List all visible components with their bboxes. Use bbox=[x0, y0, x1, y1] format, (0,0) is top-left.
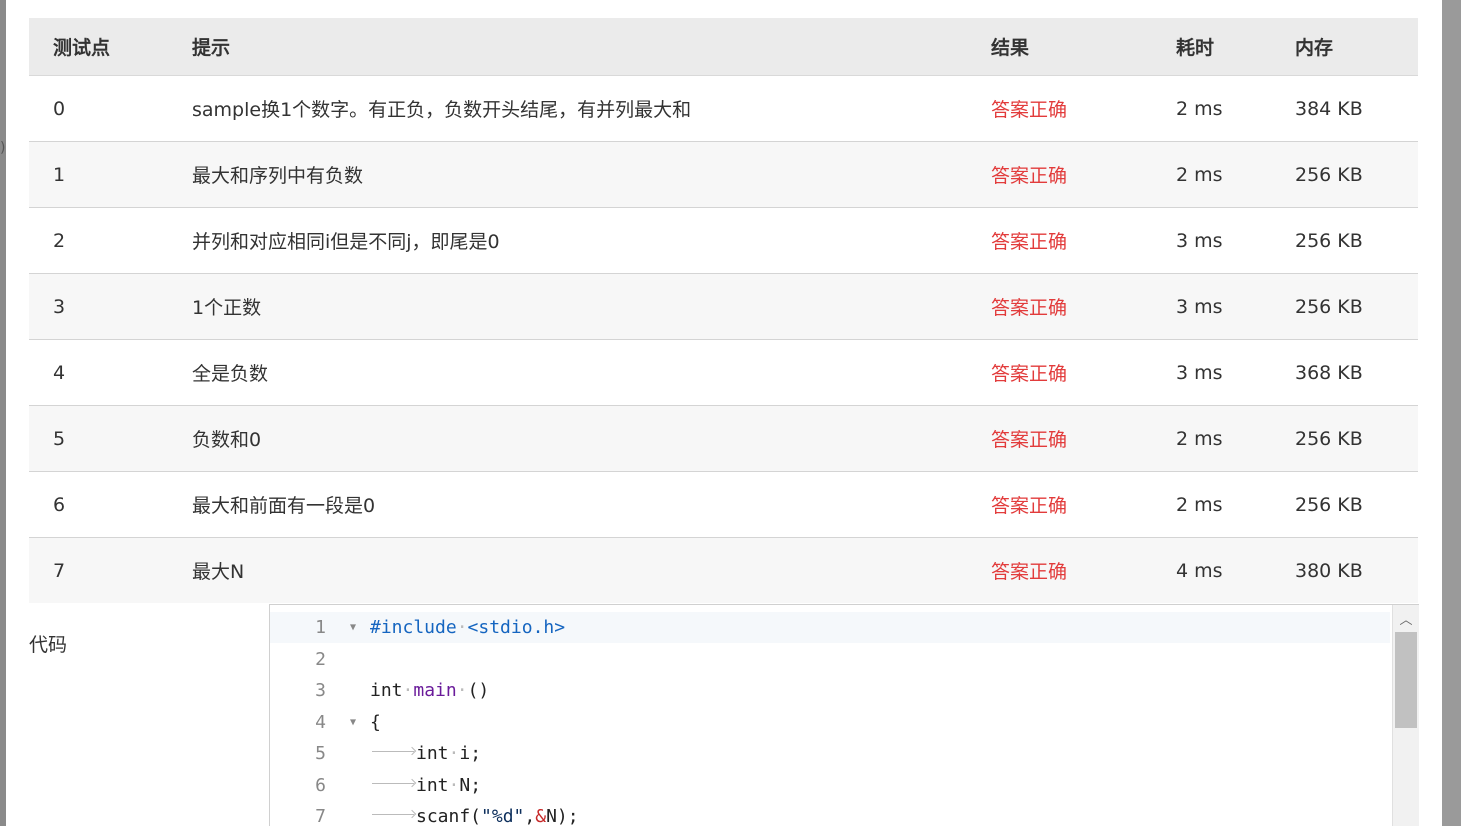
line-number: 4 bbox=[315, 712, 326, 733]
backdrop-glyph: ) bbox=[0, 140, 6, 156]
code-line[interactable]: 4 ▼ { bbox=[270, 707, 1390, 738]
case-time: 2 ms bbox=[1152, 141, 1271, 208]
case-id: 2 bbox=[29, 207, 168, 274]
case-memory: 256 KB bbox=[1271, 273, 1418, 340]
table-row: 6 最大和前面有一段是0 答案正确 2 ms 256 KB bbox=[29, 471, 1418, 538]
case-result: 答案正确 bbox=[967, 207, 1152, 274]
table-row: 1 最大和序列中有负数 答案正确 2 ms 256 KB bbox=[29, 141, 1418, 208]
case-time: 2 ms bbox=[1152, 405, 1271, 472]
editor-scrollbar[interactable]: ︿ bbox=[1392, 605, 1419, 826]
case-memory: 256 KB bbox=[1271, 471, 1418, 538]
table-row: 0 sample换1个数字。有正负，负数开头结尾，有并列最大和 答案正确 2 m… bbox=[29, 75, 1418, 142]
backdrop-right bbox=[1442, 0, 1461, 826]
line-number: 6 bbox=[315, 775, 326, 796]
case-hint: 负数和0 bbox=[168, 405, 967, 472]
tab-arrow-icon bbox=[370, 749, 416, 759]
line-number: 3 bbox=[315, 680, 326, 701]
case-time: 2 ms bbox=[1152, 471, 1271, 538]
case-result: 答案正确 bbox=[967, 339, 1152, 406]
case-time: 3 ms bbox=[1152, 273, 1271, 340]
tab-arrow-icon bbox=[370, 812, 416, 822]
fold-triangle-icon[interactable]: ▼ bbox=[350, 612, 356, 643]
code-section-label: 代码 bbox=[29, 634, 68, 656]
case-id: 5 bbox=[29, 405, 168, 472]
code-line[interactable]: 1 ▼ #include·<stdio.h> bbox=[270, 612, 1390, 643]
table-row: 5 负数和0 答案正确 2 ms 256 KB bbox=[29, 405, 1418, 472]
case-hint: 全是负数 bbox=[168, 339, 967, 406]
case-memory: 256 KB bbox=[1271, 405, 1418, 472]
case-id: 7 bbox=[29, 537, 168, 603]
chevron-up-icon[interactable]: ︿ bbox=[1393, 609, 1419, 628]
code-text: int·i; bbox=[370, 738, 481, 769]
table-row: 2 并列和对应相同i但是不同j，即尾是0 答案正确 3 ms 256 KB bbox=[29, 207, 1418, 274]
header-time: 耗时 bbox=[1152, 18, 1271, 76]
case-hint: 最大N bbox=[168, 537, 967, 603]
case-result: 答案正确 bbox=[967, 273, 1152, 340]
case-hint: sample换1个数字。有正负，负数开头结尾，有并列最大和 bbox=[168, 75, 967, 142]
tab-arrow-icon bbox=[370, 781, 416, 791]
fold-triangle-icon[interactable]: ▼ bbox=[350, 707, 356, 738]
case-result: 答案正确 bbox=[967, 75, 1152, 142]
case-memory: 384 KB bbox=[1271, 75, 1418, 142]
case-id: 3 bbox=[29, 273, 168, 340]
code-text: int·main·() bbox=[370, 680, 490, 701]
code-text: { bbox=[370, 712, 381, 733]
header-result: 结果 bbox=[967, 18, 1152, 76]
case-id: 0 bbox=[29, 75, 168, 142]
table-row: 3 1个正数 答案正确 3 ms 256 KB bbox=[29, 273, 1418, 340]
line-number: 5 bbox=[315, 743, 326, 764]
case-result: 答案正确 bbox=[967, 405, 1152, 472]
case-result: 答案正确 bbox=[967, 537, 1152, 603]
code-line[interactable]: 5 int·i; bbox=[270, 738, 1390, 769]
scrollbar-thumb[interactable] bbox=[1395, 632, 1417, 728]
case-result: 答案正确 bbox=[967, 471, 1152, 538]
line-number: 1 bbox=[315, 617, 326, 638]
code-line[interactable]: 2 bbox=[270, 644, 1390, 675]
case-memory: 368 KB bbox=[1271, 339, 1418, 406]
case-time: 3 ms bbox=[1152, 339, 1271, 406]
table-header-row: 测试点 提示 结果 耗时 内存 bbox=[29, 18, 1418, 76]
submission-detail-modal: 测试点 提示 结果 耗时 内存 0 sample换1个数字。有正负，负数开头结尾… bbox=[6, 0, 1442, 826]
case-time: 4 ms bbox=[1152, 537, 1271, 603]
header-hint: 提示 bbox=[168, 18, 967, 76]
case-id: 4 bbox=[29, 339, 168, 406]
case-id: 1 bbox=[29, 141, 168, 208]
header-case: 测试点 bbox=[29, 18, 168, 76]
table-row: 4 全是负数 答案正确 3 ms 368 KB bbox=[29, 339, 1418, 406]
case-hint: 1个正数 bbox=[168, 273, 967, 340]
code-line[interactable]: 7 scanf("%d",&N); bbox=[270, 801, 1390, 826]
case-id: 6 bbox=[29, 471, 168, 538]
case-memory: 256 KB bbox=[1271, 207, 1418, 274]
code-editor[interactable]: 1 ▼ #include·<stdio.h> 2 3 int·main·() 4… bbox=[269, 604, 1419, 826]
case-hint: 最大和前面有一段是0 bbox=[168, 471, 967, 538]
table-row: 7 最大N 答案正确 4 ms 380 KB bbox=[29, 537, 1418, 603]
case-memory: 380 KB bbox=[1271, 537, 1418, 603]
code-line[interactable]: 3 int·main·() bbox=[270, 675, 1390, 706]
case-memory: 256 KB bbox=[1271, 141, 1418, 208]
code-text: #include·<stdio.h> bbox=[370, 617, 566, 638]
case-time: 2 ms bbox=[1152, 75, 1271, 142]
case-time: 3 ms bbox=[1152, 207, 1271, 274]
line-number: 7 bbox=[315, 806, 326, 826]
test-cases-table: 测试点 提示 结果 耗时 内存 0 sample换1个数字。有正负，负数开头结尾… bbox=[29, 18, 1418, 603]
case-hint: 并列和对应相同i但是不同j，即尾是0 bbox=[168, 207, 967, 274]
code-text: scanf("%d",&N); bbox=[370, 801, 579, 826]
case-hint: 最大和序列中有负数 bbox=[168, 141, 967, 208]
case-result: 答案正确 bbox=[967, 141, 1152, 208]
line-number: 2 bbox=[315, 649, 326, 670]
header-memory: 内存 bbox=[1271, 18, 1418, 76]
code-line[interactable]: 6 int·N; bbox=[270, 770, 1390, 801]
code-text: int·N; bbox=[370, 770, 481, 801]
